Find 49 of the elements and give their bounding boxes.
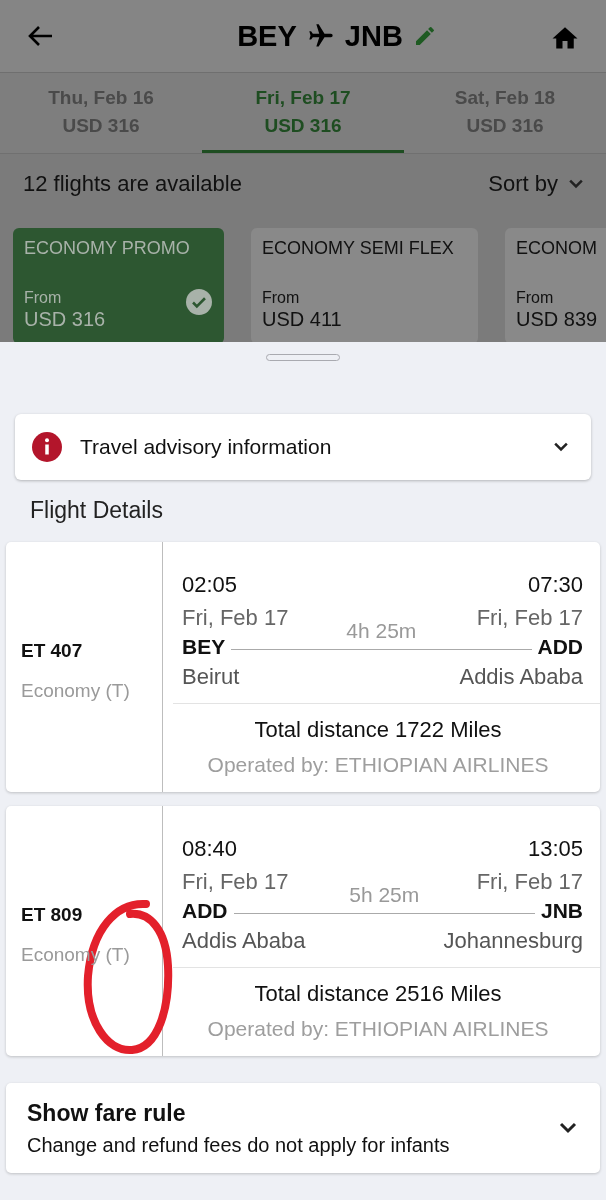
departure-date: Fri, Feb 17 <box>182 605 289 631</box>
back-icon[interactable] <box>26 24 54 48</box>
departure-time: 08:40 <box>182 836 238 862</box>
fare-card[interactable]: ECONOMY SEMI FLEX From USD 411 <box>251 228 478 342</box>
cabin-class: Economy (T) <box>21 680 131 702</box>
total-distance: Total distance 2516 Miles <box>253 981 503 1007</box>
destination-code: JNB <box>541 899 583 923</box>
fare-name: ECONOMY SEMI FLEX <box>262 238 454 259</box>
flight-number: ET 809 <box>21 904 84 926</box>
fare-name: ECONOM <box>516 238 597 259</box>
info-icon <box>32 432 62 462</box>
flight-number: ET 407 <box>21 640 84 662</box>
total-distance: Total distance 1722 Miles <box>253 717 503 743</box>
flights-count: 12 flights are available <box>23 171 242 197</box>
destination-code: ADD <box>537 635 583 659</box>
destination-city: Johannesburg <box>443 928 583 954</box>
from-label: From <box>262 289 300 307</box>
from-label: From <box>516 289 554 307</box>
section-title: Flight Details <box>30 497 164 525</box>
operator-text: Operated by: ETHIOPIAN AIRLINES <box>206 1017 550 1041</box>
departure-time: 02:05 <box>182 572 238 598</box>
arrival-time: 07:30 <box>527 572 583 598</box>
date-tab[interactable]: Fri, Feb 17 USD 316 <box>202 73 404 153</box>
origin-code: ADD <box>182 899 228 923</box>
origin-city: Beirut <box>182 664 240 690</box>
fare-rule-dropdown[interactable]: Show fare rule Change and refund fees do not apply for infants <box>6 1083 600 1173</box>
origin-code: BEY <box>237 19 297 53</box>
flight-duration: 4h 25m <box>346 618 417 643</box>
from-label: From <box>24 289 62 307</box>
origin-city: Addis Ababa <box>182 928 306 954</box>
operator-text: Operated by: ETHIOPIAN AIRLINES <box>206 753 550 777</box>
fare-price: USD 411 <box>262 308 342 331</box>
destination-city: Addis Ababa <box>459 664 583 690</box>
arrival-time: 13:05 <box>527 836 583 862</box>
check-icon <box>186 289 212 315</box>
origin-code: BEY <box>182 635 226 659</box>
fare-card[interactable]: ECONOMY PROMO From USD 316 <box>13 228 224 342</box>
departure-date: Fri, Feb 17 <box>182 869 289 895</box>
destination-code: JNB <box>344 19 403 53</box>
fare-card[interactable]: ECONOM From USD 839 <box>505 228 606 342</box>
arrival-date: Fri, Feb 17 <box>476 605 583 631</box>
fare-price: USD 839 <box>516 308 598 331</box>
flight-duration: 5h 25m <box>349 882 420 907</box>
advisory-dropdown[interactable]: Travel advisory information <box>15 414 591 480</box>
fare-price: USD 316 <box>24 308 106 331</box>
fare-name: ECONOMY PROMO <box>24 238 190 259</box>
sort-button[interactable]: Sort by <box>488 171 586 197</box>
airplane-icon <box>306 22 335 50</box>
arrival-date: Fri, Feb 17 <box>476 869 583 895</box>
